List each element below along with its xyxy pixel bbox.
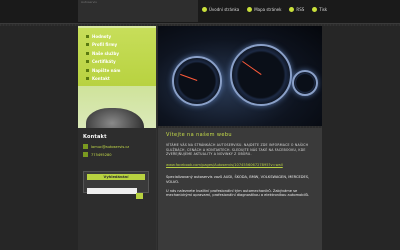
search-label: Vyhledávání	[87, 174, 145, 180]
print-icon	[312, 6, 318, 12]
top-nav-label: Úvodní stránka	[209, 6, 240, 12]
sidebar-item-label: Naše služby	[92, 50, 119, 56]
bullet-icon	[86, 60, 89, 64]
gauge-needle	[242, 60, 262, 75]
sidebar-item-kontakt[interactable]: Kontakt	[86, 75, 156, 84]
sidebar-item-label: Profil firmy	[92, 42, 118, 48]
top-nav: Úvodní stránka Mapa stránek RSS Tisk	[200, 4, 329, 14]
email-icon	[83, 144, 88, 149]
left-rail	[0, 26, 78, 250]
facebook-link[interactable]: www.facebook.com/pages/Autoservis/107455…	[166, 163, 314, 168]
bullet-icon	[86, 51, 89, 55]
sidebar-item-hodnoty[interactable]: Hodnoty	[86, 32, 156, 41]
sidebar-item-profil[interactable]: Profil firmy	[86, 41, 156, 50]
top-nav-sitemap[interactable]: Mapa stránek	[245, 6, 283, 12]
top-nav-rss[interactable]: RSS	[287, 6, 306, 12]
tachometer-gauge	[230, 44, 292, 106]
sidebar-nav: Hodnoty Profil firmy Naše služby Certifi…	[78, 28, 156, 86]
top-nav-print[interactable]: Tisk	[310, 6, 329, 12]
contact-phone: 775495280	[91, 152, 112, 157]
contact-email-row[interactable]: lomuc@autoservis.cz	[83, 144, 151, 149]
sidebar-item-label: Hodnoty	[92, 33, 112, 39]
rss-icon	[289, 6, 295, 12]
bullet-icon	[86, 77, 89, 81]
sidebar-item-label: Kontakt	[92, 76, 110, 82]
bullet-icon	[86, 34, 89, 38]
bullet-icon	[86, 43, 89, 47]
sidebar-item-napiste[interactable]: Napište nám	[86, 66, 156, 75]
phone-icon	[83, 152, 88, 157]
sitemap-icon	[247, 6, 253, 12]
top-nav-home[interactable]: Úvodní stránka	[200, 6, 241, 12]
main-content: Vítejte na našem webu Vítáme vás na strá…	[158, 128, 322, 250]
brand-block: Autoservis	[78, 0, 198, 22]
right-rail	[322, 26, 400, 250]
home-icon	[202, 6, 207, 12]
sidebar-item-certifikaty[interactable]: Certifikáty	[86, 58, 156, 67]
contact-panel: Kontakt lomuc@autoservis.cz 775495280 Vy…	[78, 128, 156, 250]
search-box: Vyhledávání	[83, 171, 149, 199]
top-nav-label: Tisk	[319, 6, 328, 12]
gauge-needle	[179, 73, 198, 81]
search-input[interactable]	[87, 187, 137, 194]
top-bar: Autoservis Úvodní stránka Mapa stránek R…	[0, 0, 400, 24]
contact-email[interactable]: lomuc@autoservis.cz	[91, 145, 129, 149]
content-body: U nás naleznete kvalitní profesionální t…	[166, 188, 310, 198]
contact-phone-row: 775495280	[83, 152, 151, 157]
brand-text: Autoservis	[81, 0, 97, 4]
content-body: Specializovaný autoservis vozů AUDI, ŠKO…	[166, 175, 310, 184]
search-button[interactable]	[136, 193, 143, 199]
content-intro: Vítáme vás na stránkách autoservisu. Naj…	[166, 143, 309, 157]
sidebar-item-label: Napište nám	[92, 67, 121, 73]
top-nav-label: Mapa stránek	[254, 6, 282, 12]
top-nav-label: RSS	[296, 6, 305, 12]
hero-dashboard-image	[158, 26, 322, 126]
contact-title: Kontakt	[83, 134, 107, 140]
speedometer-gauge	[172, 56, 222, 106]
content-title: Vítejte na našem webu	[166, 132, 232, 138]
small-gauge	[292, 70, 318, 96]
bullet-icon	[86, 68, 89, 72]
sidebar-item-label: Certifikáty	[92, 59, 116, 65]
sidebar-item-sluzby[interactable]: Naše služby	[86, 49, 156, 58]
